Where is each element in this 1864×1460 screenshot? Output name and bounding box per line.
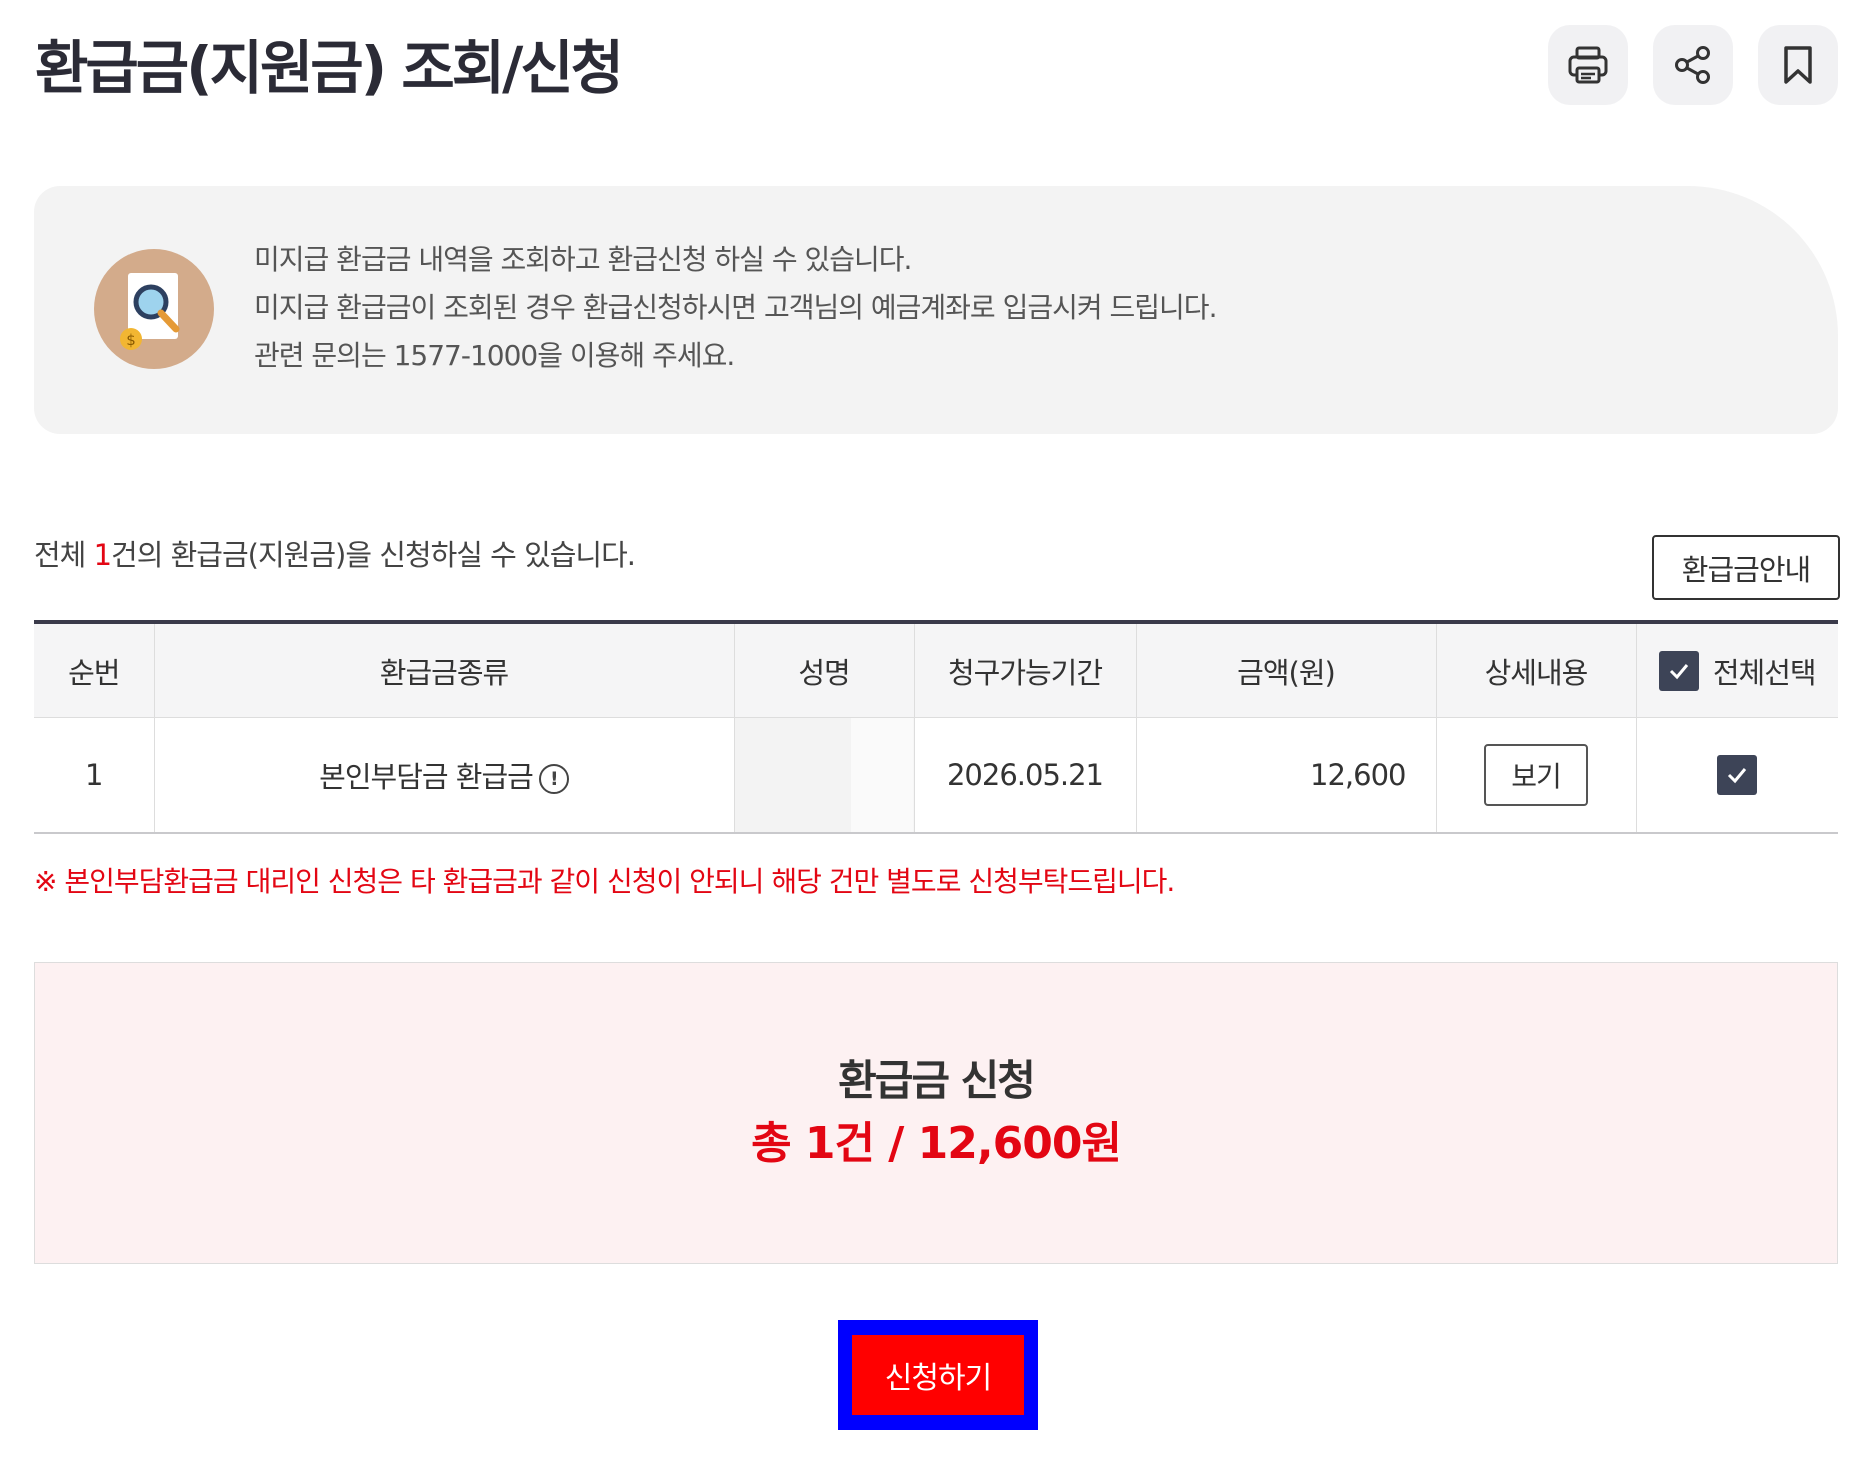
notice-text: ※ 본인부담환급금 대리인 신청은 타 환급금과 같이 신청이 안되니 해당 건… (34, 865, 1175, 898)
refund-guide-button[interactable]: 환급금안내 (1652, 535, 1840, 600)
select-all-checkbox[interactable] (1658, 650, 1699, 691)
info-box: $ 미지급 환급금 내역을 조회하고 환급신청 하실 수 있습니다. 미지급 환… (34, 186, 1838, 434)
view-detail-button[interactable]: 보기 (1484, 744, 1588, 806)
apply-total: 총 1건 / 12,600원 (751, 1118, 1122, 1169)
svg-text:$: $ (126, 331, 136, 349)
check-icon (1669, 663, 1689, 679)
info-icon[interactable]: ! (538, 764, 569, 794)
info-line: 미지급 환급금 내역을 조회하고 환급신청 하실 수 있습니다. (254, 243, 912, 276)
summary-suffix: 건의 환급금(지원금)을 신청하실 수 있습니다. (111, 538, 636, 572)
share-button[interactable] (1653, 25, 1733, 105)
select-all-label: 전체선택 (1712, 655, 1817, 690)
bookmark-button[interactable] (1758, 25, 1838, 105)
info-line: 미지급 환급금이 조회된 경우 환급신청하시면 고객님의 예금계좌로 입금시켜 … (254, 291, 1217, 324)
row-checkbox[interactable] (1717, 755, 1758, 795)
header-name: 성명 (733, 622, 914, 718)
submit-button[interactable]: 신청하기 (838, 1320, 1038, 1430)
refund-table: 순번 환급금종류 성명 청구가능기간 금액(원) 상세내용 전체선택 1 본인부… (34, 620, 1838, 834)
summary-count: 1 (93, 538, 112, 572)
bookmark-icon (1784, 46, 1812, 84)
row-period: 2026.05.21 (913, 717, 1136, 834)
row-type: 본인부담금 환급금 (319, 760, 534, 794)
header-no: 순번 (34, 622, 154, 718)
summary-text: 전체 1건의 환급금(지원금)을 신청하실 수 있습니다. (34, 532, 636, 574)
row-amount: 12,600 (1135, 717, 1436, 834)
summary-prefix: 전체 (34, 538, 94, 572)
header-detail: 상세내용 (1435, 622, 1636, 718)
page: 환급금(지원금) 조회/신청 $ 미지급 환급금 내역을 조회하고 환급신청 하… (0, 0, 1864, 1460)
apply-title: 환급금 신청 (838, 1056, 1036, 1105)
check-icon (1728, 768, 1747, 784)
header-select-all[interactable]: 전체선택 (1635, 622, 1838, 718)
header-period: 청구가능기간 (913, 622, 1136, 718)
header-amount: 금액(원) (1135, 622, 1436, 718)
table-header-row: 순번 환급금종류 성명 청구가능기간 금액(원) 상세내용 전체선택 (34, 622, 1838, 718)
row-detail-cell: 보기 (1435, 717, 1636, 834)
row-select-cell (1635, 717, 1838, 834)
row-type-cell: 본인부담금 환급금! (153, 717, 734, 834)
row-name (733, 717, 914, 834)
table-row: 1 본인부담금 환급금! 2026.05.21 12,600 보기 (34, 717, 1838, 834)
print-icon (1568, 46, 1608, 84)
submit-label[interactable]: 신청하기 (852, 1335, 1024, 1415)
info-text: 미지급 환급금 내역을 조회하고 환급신청 하실 수 있습니다. 미지급 환급금… (254, 236, 1217, 380)
apply-summary-box: 환급금 신청 총 1건 / 12,600원 (34, 962, 1838, 1264)
info-line: 관련 문의는 1577-1000을 이용해 주세요. (254, 339, 735, 372)
row-no: 1 (34, 717, 154, 834)
header-type: 환급금종류 (153, 622, 734, 718)
document-search-coin-icon: $ (94, 249, 214, 369)
page-title: 환급금(지원금) 조회/신청 (35, 34, 624, 102)
print-button[interactable] (1548, 25, 1628, 105)
share-icon (1675, 46, 1710, 84)
